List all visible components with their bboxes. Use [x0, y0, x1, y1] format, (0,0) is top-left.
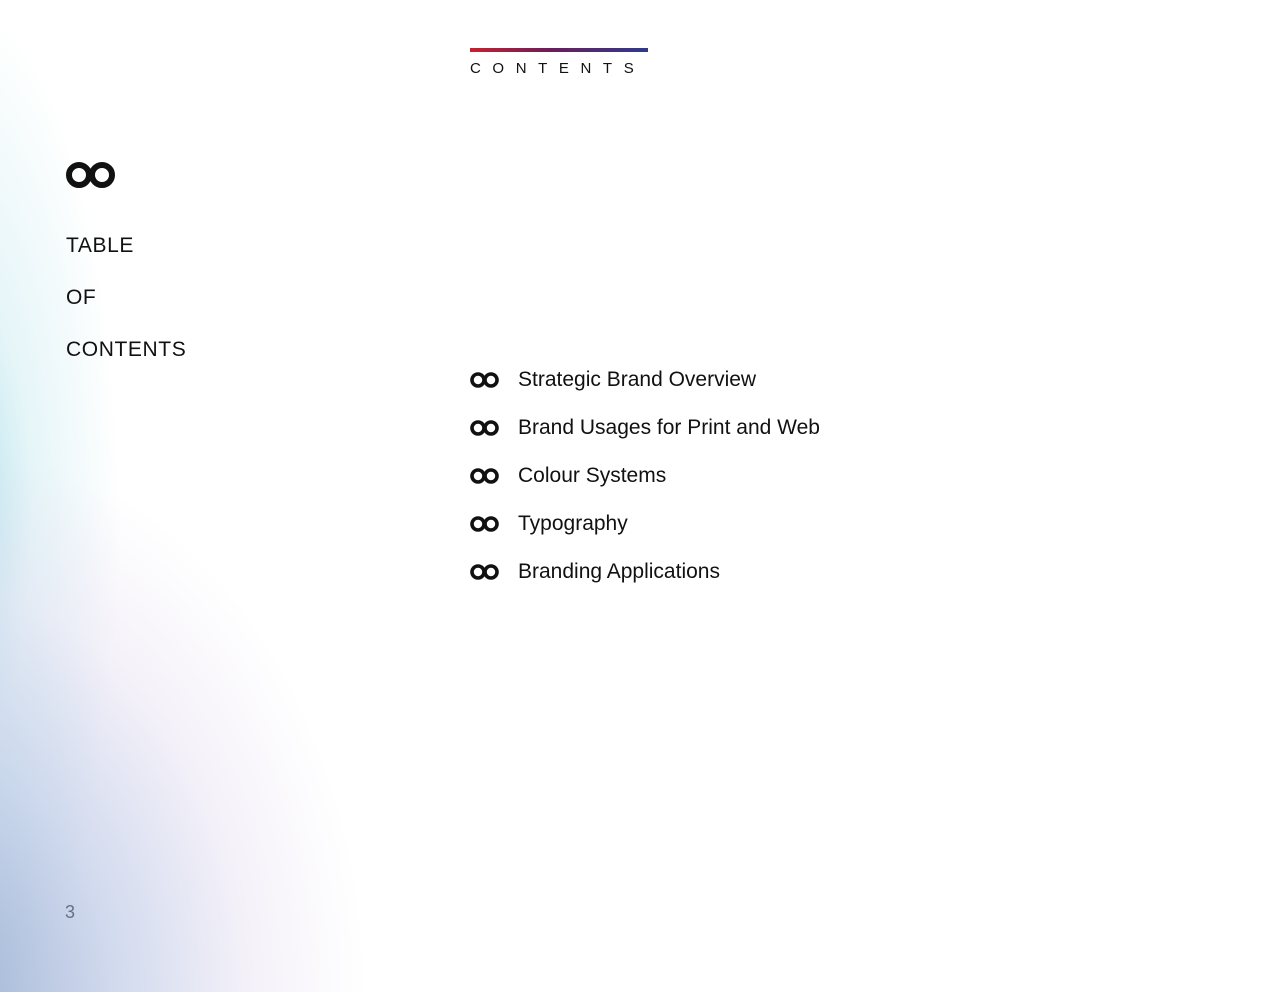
- toc-item-label: Strategic Brand Overview: [518, 368, 757, 391]
- section-title-line: CONTENTS: [66, 338, 187, 361]
- infinity-loop-icon: [470, 420, 499, 436]
- toc-item-label: Brand Usages for Print and Web: [518, 416, 820, 439]
- section-title: TABLE OF CONTENTS: [66, 234, 186, 390]
- toc-item-label: Typography: [518, 512, 628, 535]
- infinity-loop-icon: [470, 372, 499, 388]
- infinity-loop-icon: [470, 468, 499, 484]
- section-title-line: OF: [66, 286, 97, 309]
- page-number: 3: [65, 902, 76, 922]
- toc-item-strategic-brand-overview[interactable]: Strategic Brand Overview: [470, 356, 820, 404]
- toc-item-colour-systems[interactable]: Colour Systems: [470, 452, 820, 500]
- infinity-loop-icon: [470, 516, 499, 532]
- toc-item-label: Colour Systems: [518, 464, 667, 487]
- infinity-loop-icon: [66, 162, 115, 188]
- toc-item-brand-usages[interactable]: Brand Usages for Print and Web: [470, 404, 820, 452]
- page-header: CONTENTS: [470, 48, 648, 77]
- header-accent-bar: [470, 48, 648, 52]
- header-title: CONTENTS: [470, 60, 646, 77]
- section-title-line: TABLE: [66, 234, 134, 257]
- toc-item-branding-applications[interactable]: Branding Applications: [470, 548, 820, 596]
- infinity-loop-icon: [470, 564, 499, 580]
- toc-item-typography[interactable]: Typography: [470, 500, 820, 548]
- toc-list: Strategic Brand Overview Brand Usages fo…: [470, 356, 820, 596]
- toc-item-label: Branding Applications: [518, 560, 720, 583]
